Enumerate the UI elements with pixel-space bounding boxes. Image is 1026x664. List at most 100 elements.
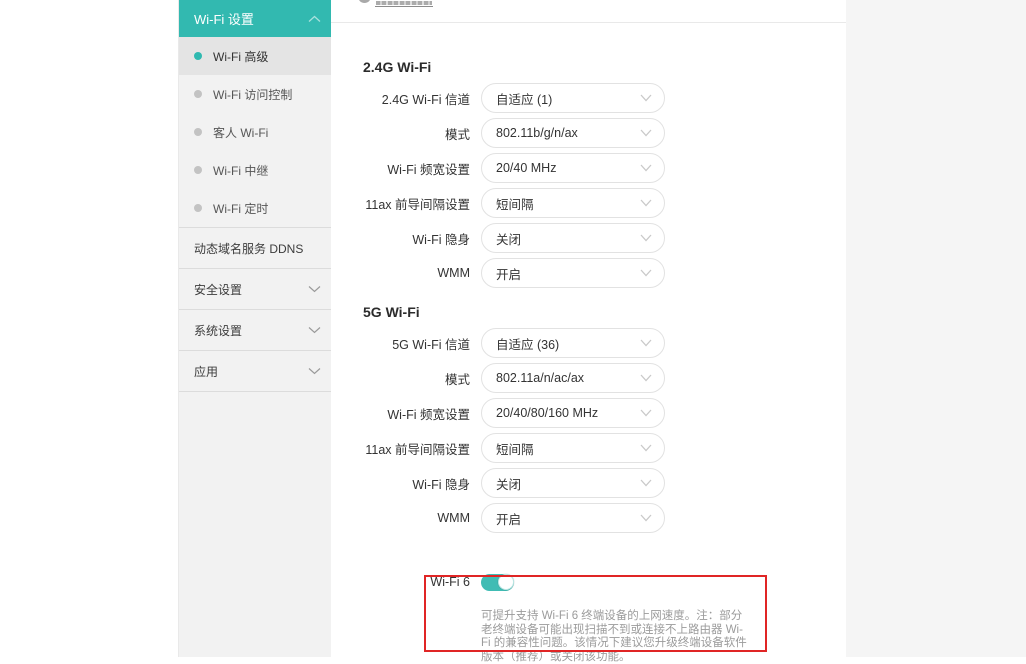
sidebar-group-ddns[interactable]: 动态域名服务 DDNS — [179, 228, 331, 269]
chevron-down-icon — [640, 199, 652, 207]
channel-5g-select[interactable]: 自适应 (36) — [481, 328, 665, 358]
main-content-card: 2.4G Wi-Fi 2.4G Wi-Fi 信道 自适应 (1) 模式 802.… — [331, 0, 846, 657]
chevron-down-icon — [640, 339, 652, 347]
field-label: 11ax 前导间隔设置 — [331, 439, 470, 458]
bandwidth-24g-select[interactable]: 20/40 MHz — [481, 153, 665, 183]
wifi-advanced-form: 2.4G Wi-Fi 2.4G Wi-Fi 信道 自适应 (1) 模式 802.… — [331, 23, 846, 664]
bullet-dot-icon — [194, 52, 202, 60]
sidebar-item-label: 客人 Wi-Fi — [213, 124, 268, 141]
chevron-down-icon — [640, 269, 652, 277]
wmm-5g-select[interactable]: 开启 — [481, 503, 665, 533]
field-label: Wi-Fi 隐身 — [331, 229, 470, 248]
preamble-5g-select[interactable]: 短间隔 — [481, 433, 665, 463]
clipped-link-fragment[interactable] — [375, 0, 433, 7]
form-row: 模式 802.11b/g/n/ax — [331, 118, 846, 148]
select-value: 802.11b/g/n/ax — [496, 126, 640, 140]
select-value: 短间隔 — [496, 439, 640, 458]
field-label: WMM — [331, 511, 470, 525]
form-row: 11ax 前导间隔设置 短间隔 — [331, 433, 846, 463]
chevron-down-icon — [640, 129, 652, 137]
sidebar-item-label: Wi-Fi 高级 — [213, 48, 268, 65]
sidebar-group-security-settings[interactable]: 安全设置 — [179, 269, 331, 310]
wifi6-description: 可提升支持 Wi-Fi 6 终端设备的上网速度。注：部分老终端设备可能出现扫描不… — [481, 610, 749, 664]
select-value: 自适应 (36) — [496, 334, 640, 353]
bullet-dot-icon — [194, 166, 202, 174]
select-value: 关闭 — [496, 229, 640, 248]
field-label: Wi-Fi 频宽设置 — [331, 159, 470, 178]
form-row: Wi-Fi 频宽设置 20/40/80/160 MHz — [331, 398, 846, 428]
field-label: WMM — [331, 266, 470, 280]
sidebar-group-label: 动态域名服务 DDNS — [194, 240, 321, 257]
select-value: 802.11a/n/ac/ax — [496, 371, 640, 385]
section-title: 5G Wi-Fi — [363, 304, 846, 320]
select-value: 自适应 (1) — [496, 89, 640, 108]
form-row: WMM 开启 — [331, 258, 846, 288]
sidebar-group-label: 应用 — [194, 363, 308, 380]
form-row: Wi-Fi 隐身 关闭 — [331, 468, 846, 498]
field-label: 模式 — [331, 124, 470, 143]
bullet-dot-icon — [194, 90, 202, 98]
sidebar-item-wifi-timer[interactable]: Wi-Fi 定时 — [179, 189, 331, 227]
chevron-up-icon — [308, 15, 321, 23]
chevron-down-icon — [640, 514, 652, 522]
section-title: 2.4G Wi-Fi — [363, 59, 846, 75]
chevron-down-icon — [640, 164, 652, 172]
form-row: 11ax 前导间隔设置 短间隔 — [331, 188, 846, 218]
select-value: 关闭 — [496, 474, 640, 493]
sidebar-group-label: 系统设置 — [194, 322, 308, 339]
chevron-down-icon — [640, 234, 652, 242]
sidebar-group-applications[interactable]: 应用 — [179, 351, 331, 392]
field-label: Wi-Fi 隐身 — [331, 474, 470, 493]
sidebar-item-guest-wifi[interactable]: 客人 Wi-Fi — [179, 113, 331, 151]
select-value: 短间隔 — [496, 194, 640, 213]
sidebar-header-label: Wi-Fi 设置 — [194, 9, 308, 28]
sidebar-item-wifi-access-control[interactable]: Wi-Fi 访问控制 — [179, 75, 331, 113]
select-value: 20/40/80/160 MHz — [496, 406, 640, 420]
mode-24g-select[interactable]: 802.11b/g/n/ax — [481, 118, 665, 148]
field-label: 5G Wi-Fi 信道 — [331, 334, 470, 353]
sidebar-item-label: Wi-Fi 中继 — [213, 162, 268, 179]
chevron-down-icon — [640, 94, 652, 102]
chevron-down-icon — [640, 409, 652, 417]
bullet-dot-icon — [194, 204, 202, 212]
chevron-down-icon — [640, 479, 652, 487]
form-row: 2.4G Wi-Fi 信道 自适应 (1) — [331, 83, 846, 113]
channel-24g-select[interactable]: 自适应 (1) — [481, 83, 665, 113]
stealth-5g-select[interactable]: 关闭 — [481, 468, 665, 498]
field-label: 模式 — [331, 369, 470, 388]
wifi6-row: Wi-Fi 6 — [331, 573, 846, 591]
section-wifi-5g: 5G Wi-Fi 5G Wi-Fi 信道 自适应 (36) 模式 802.11a… — [331, 304, 846, 533]
sidebar-item-label: Wi-Fi 访问控制 — [213, 86, 292, 103]
chevron-down-icon — [640, 444, 652, 452]
settings-sidebar: Wi-Fi 设置 Wi-Fi 高级 Wi-Fi 访问控制 客人 Wi-Fi Wi… — [178, 0, 331, 657]
toggle-knob — [498, 574, 514, 590]
sidebar-groups: 动态域名服务 DDNS 安全设置 系统设置 应用 — [179, 227, 331, 392]
chevron-down-icon — [308, 285, 321, 293]
section-wifi-24g: 2.4G Wi-Fi 2.4G Wi-Fi 信道 自适应 (1) 模式 802.… — [331, 59, 846, 288]
bullet-dot-icon — [194, 128, 202, 136]
wifi6-toggle[interactable] — [481, 574, 514, 591]
field-label: 11ax 前导间隔设置 — [331, 194, 470, 213]
wmm-24g-select[interactable]: 开启 — [481, 258, 665, 288]
sidebar-item-wifi-repeater[interactable]: Wi-Fi 中继 — [179, 151, 331, 189]
select-value: 开启 — [496, 509, 640, 528]
mode-5g-select[interactable]: 802.11a/n/ac/ax — [481, 363, 665, 393]
bandwidth-5g-select[interactable]: 20/40/80/160 MHz — [481, 398, 665, 428]
sidebar-group-label: 安全设置 — [194, 281, 308, 298]
preamble-24g-select[interactable]: 短间隔 — [481, 188, 665, 218]
select-value: 开启 — [496, 264, 640, 283]
chevron-down-icon — [308, 326, 321, 334]
select-value: 20/40 MHz — [496, 161, 640, 175]
wifi6-label: Wi-Fi 6 — [331, 575, 470, 589]
sidebar-item-wifi-advanced[interactable]: Wi-Fi 高级 — [179, 37, 331, 75]
chevron-down-icon — [640, 374, 652, 382]
page-background-right — [846, 0, 1026, 657]
form-row: WMM 开启 — [331, 503, 846, 533]
field-label: Wi-Fi 频宽设置 — [331, 404, 470, 423]
sidebar-group-system-settings[interactable]: 系统设置 — [179, 310, 331, 351]
stealth-24g-select[interactable]: 关闭 — [481, 223, 665, 253]
sidebar-header-wifi-settings[interactable]: Wi-Fi 设置 — [179, 0, 331, 37]
sidebar-item-label: Wi-Fi 定时 — [213, 200, 268, 217]
sidebar-subitems: Wi-Fi 高级 Wi-Fi 访问控制 客人 Wi-Fi Wi-Fi 中继 Wi… — [179, 37, 331, 227]
form-row: 5G Wi-Fi 信道 自适应 (36) — [331, 328, 846, 358]
